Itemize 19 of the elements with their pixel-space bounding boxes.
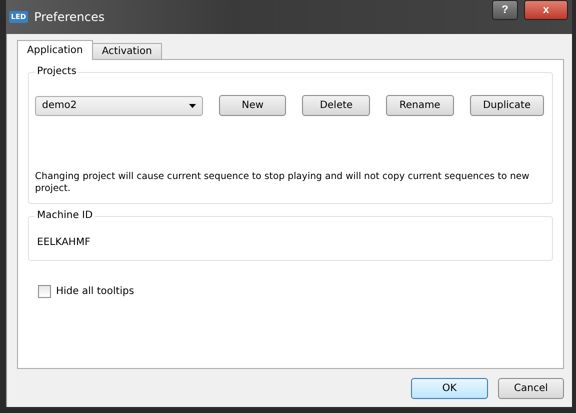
tab[interactable]: Activation bbox=[92, 43, 162, 60]
ok-button[interactable]: OK bbox=[411, 378, 488, 399]
checkbox-label: Hide all tooltips bbox=[56, 286, 134, 297]
cancel-button[interactable]: Cancel bbox=[498, 378, 564, 399]
project-dropdown[interactable]: demo2 bbox=[35, 96, 203, 116]
window-title: Preferences bbox=[34, 10, 106, 24]
caret-icon bbox=[188, 104, 196, 108]
project-button[interactable]: Duplicate bbox=[470, 95, 544, 116]
help-button[interactable]: ? bbox=[492, 0, 518, 20]
machine-id-value: EELKAHMF bbox=[37, 237, 92, 248]
project-button[interactable]: New bbox=[218, 95, 286, 116]
warning-text: Changing project will cause current sequence to stop playing and will not copy current sequences to new project. bbox=[35, 171, 530, 195]
project-button[interactable]: Delete bbox=[302, 95, 370, 116]
tab[interactable]: Application bbox=[17, 40, 93, 60]
group-title: Projects bbox=[35, 66, 78, 77]
group-title: Machine ID bbox=[35, 210, 95, 221]
project-button[interactable]: Rename bbox=[386, 95, 454, 116]
close-button[interactable]: x bbox=[524, 0, 568, 20]
checkbox[interactable] bbox=[38, 285, 51, 298]
